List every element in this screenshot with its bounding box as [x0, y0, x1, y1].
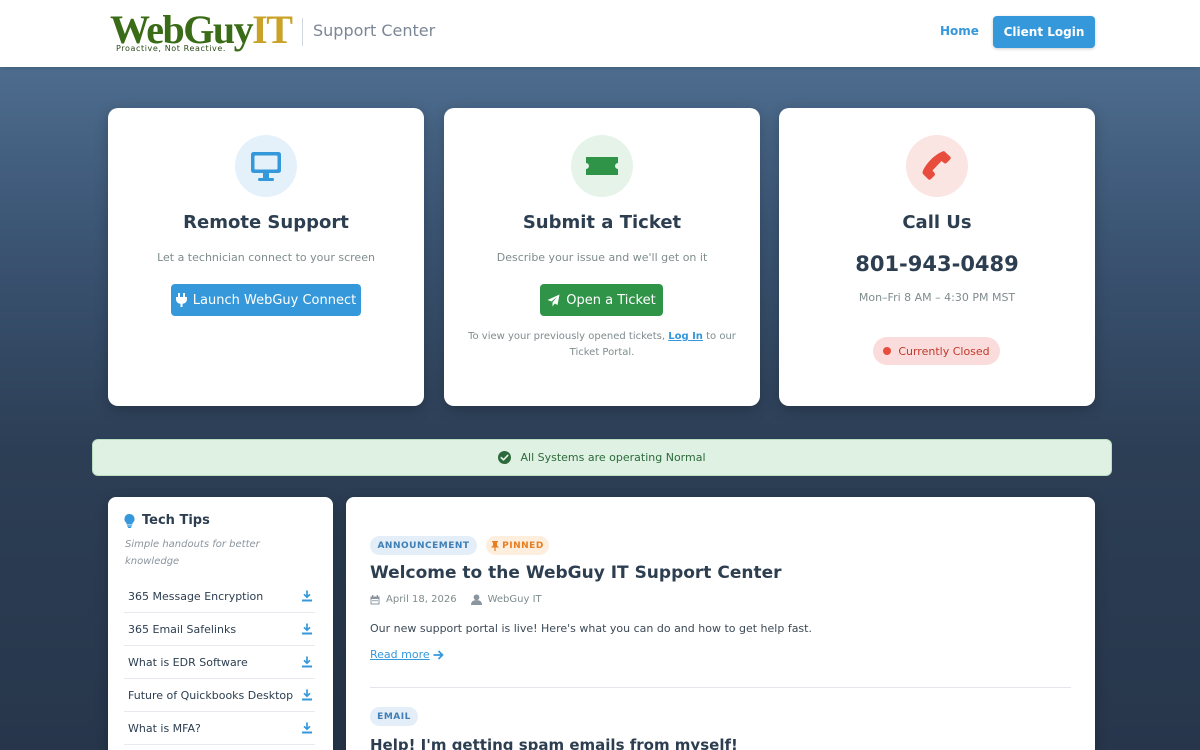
phone-icon: [906, 135, 968, 197]
tip-label: What is MFA?: [128, 721, 201, 735]
phone-number[interactable]: 801-943-0489: [779, 252, 1095, 276]
read-more-link[interactable]: Read more: [370, 648, 444, 661]
submit-ticket-card: Submit a Ticket Describe your issue and …: [444, 108, 760, 406]
client-login-button[interactable]: Client Login: [993, 16, 1095, 48]
ticket-icon: [571, 135, 633, 197]
list-item[interactable]: 365 Email Safelinks: [124, 613, 315, 646]
header-divider: [302, 18, 303, 46]
logo-it-text: IT: [252, 7, 293, 52]
top-header: WebGuyIT Proactive, Not Reactive. Suppor…: [0, 0, 1200, 67]
remote-support-card: Remote Support Let a technician connect …: [108, 108, 424, 406]
list-item[interactable]: Future of Quickbooks Desktop: [124, 679, 315, 712]
remote-support-title: Remote Support: [183, 212, 349, 233]
tech-tips-title: Tech Tips: [142, 513, 210, 528]
post-divider: [370, 687, 1071, 688]
ticket-note-text: To view your previously opened tickets,: [468, 331, 666, 342]
tip-label: What is EDR Software: [128, 655, 248, 669]
system-status-text: All Systems are operating Normal: [520, 451, 706, 464]
download-icon[interactable]: [301, 656, 313, 668]
tip-label: Future of Quickbooks Desktop: [128, 688, 294, 702]
download-icon[interactable]: [301, 689, 313, 701]
tech-tips-panel: Tech Tips Simple handouts for better kno…: [108, 497, 333, 750]
announcement-tag[interactable]: ANNOUNCEMENT: [370, 536, 477, 555]
read-more-label: Read more: [370, 648, 430, 661]
launch-button-label: Launch WebGuy Connect: [192, 292, 357, 308]
post-meta: April 18, 2026 WebGuy IT: [370, 594, 542, 605]
header-subtitle: Support Center: [313, 21, 436, 40]
status-badge: Currently Closed: [873, 337, 1000, 365]
pinned-badge: PINNED: [486, 536, 549, 555]
download-icon[interactable]: [301, 590, 313, 602]
calendar-icon: [370, 594, 380, 604]
user-icon: [470, 594, 482, 605]
submit-ticket-title: Submit a Ticket: [522, 212, 682, 233]
post-date: April 18, 2026: [386, 594, 457, 605]
paper-plane-icon: [547, 294, 560, 306]
launch-webguy-connect-button[interactable]: Launch WebGuy Connect: [171, 284, 361, 316]
post-excerpt: Our new support portal is live! Here's w…: [370, 622, 812, 635]
check-circle-icon: [498, 451, 512, 464]
open-ticket-label: Open a Ticket: [566, 292, 656, 308]
pin-icon: [491, 540, 500, 551]
tip-label: 365 Email Safelinks: [128, 622, 237, 636]
download-icon[interactable]: [301, 722, 313, 734]
post-title[interactable]: Welcome to the WebGuy IT Support Center: [370, 563, 782, 583]
call-us-title: Call Us: [902, 212, 972, 233]
webguy-logo[interactable]: WebGuyIT Proactive, Not Reactive.: [110, 8, 300, 58]
tech-tips-header: Tech Tips: [124, 513, 210, 528]
system-status-banner: All Systems are operating Normal: [92, 439, 1112, 476]
nav-home-link[interactable]: Home: [940, 24, 979, 38]
monitor-icon: [235, 135, 297, 197]
post-author: WebGuy IT: [487, 594, 542, 605]
logo-tagline: Proactive, Not Reactive.: [116, 44, 227, 53]
call-us-card: Call Us 801-943-0489 Mon–Fri 8 AM – 4:30…: [779, 108, 1095, 406]
remote-support-desc: Let a technician connect to your screen: [157, 251, 375, 264]
email-tag[interactable]: EMAIL: [370, 707, 418, 726]
announcements-panel: ANNOUNCEMENT PINNED Welcome to the WebGu…: [346, 497, 1095, 750]
ticket-portal-note: To view your previously opened tickets, …: [468, 329, 736, 361]
post-title[interactable]: Help! I'm getting spam emails from mysel…: [370, 736, 738, 750]
download-icon[interactable]: [301, 623, 313, 635]
plug-icon: [175, 293, 187, 307]
business-hours: Mon–Fri 8 AM – 4:30 PM MST: [858, 291, 1016, 304]
pinned-label: PINNED: [502, 540, 544, 551]
ticket-login-link[interactable]: Log In: [668, 331, 703, 342]
submit-ticket-desc: Describe your issue and we'll get on it: [496, 251, 708, 264]
list-item[interactable]: What is EDR Software: [124, 646, 315, 679]
status-badge-label: Currently Closed: [898, 344, 990, 358]
arrow-right-icon: [433, 649, 444, 660]
tech-tips-subtitle: Simple handouts for better knowledge: [125, 539, 260, 567]
tech-tips-list: 365 Message Encryption 365 Email Safelin…: [124, 580, 315, 745]
open-ticket-button[interactable]: Open a Ticket: [540, 284, 663, 316]
list-item[interactable]: What is MFA?: [124, 712, 315, 745]
list-item[interactable]: 365 Message Encryption: [124, 580, 315, 613]
status-dot-icon: [883, 347, 892, 355]
tip-label: 365 Message Encryption: [128, 589, 264, 603]
lightbulb-icon: [124, 513, 135, 528]
